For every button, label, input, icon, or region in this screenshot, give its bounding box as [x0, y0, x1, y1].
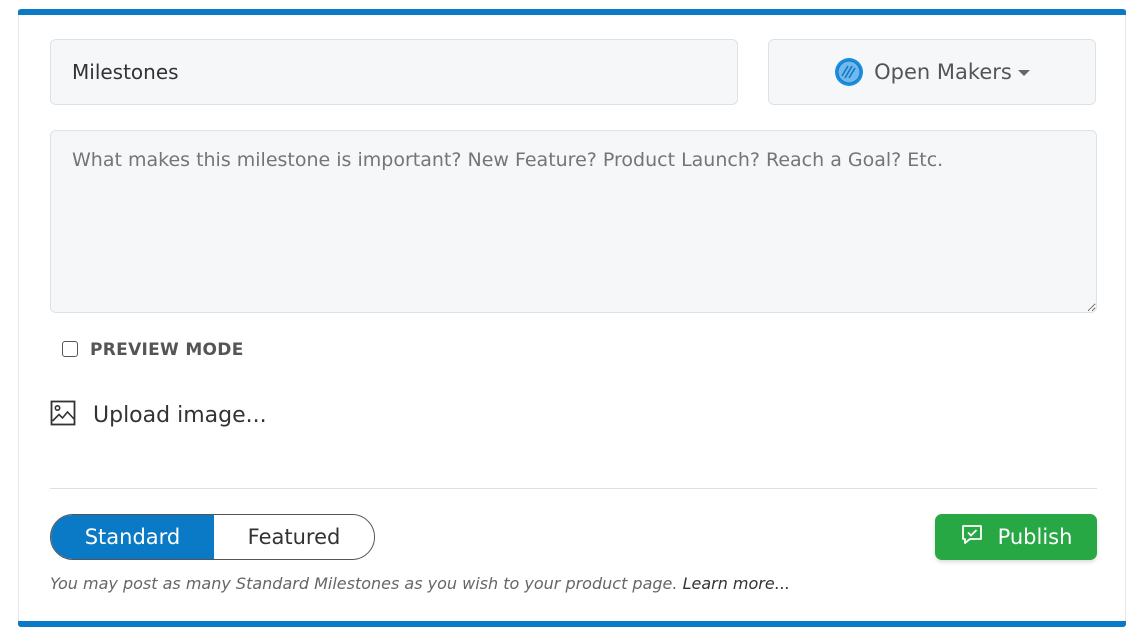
- product-name-label: Open Makers: [874, 60, 1012, 84]
- publish-button[interactable]: Publish: [935, 514, 1097, 560]
- learn-more-link[interactable]: Learn more...: [683, 574, 790, 593]
- caret-down-icon: [1017, 70, 1030, 76]
- milestone-type-toggle: Standard Featured: [50, 514, 375, 560]
- standard-option[interactable]: Standard: [51, 515, 214, 559]
- product-select-dropdown[interactable]: Open Makers: [768, 39, 1096, 105]
- preview-mode-toggle[interactable]: PREVIEW MODE: [62, 338, 244, 360]
- milestone-title-input[interactable]: [50, 39, 738, 105]
- preview-mode-checkbox[interactable]: [62, 341, 78, 357]
- card-top-accent-bar: [18, 9, 1126, 15]
- note-text: You may post as many Standard Milestones…: [50, 574, 678, 593]
- milestone-description-textarea[interactable]: [50, 130, 1097, 313]
- open-makers-logo-icon: [834, 57, 864, 87]
- preview-mode-label: PREVIEW MODE: [90, 340, 244, 360]
- upload-image-button[interactable]: Upload image...: [50, 400, 267, 430]
- publish-label: Publish: [997, 525, 1073, 549]
- comment-check-icon: [960, 523, 984, 552]
- image-icon: [50, 400, 76, 430]
- card-bottom-accent-bar: [18, 621, 1126, 627]
- section-divider: [50, 488, 1097, 489]
- upload-image-label: Upload image...: [93, 402, 267, 428]
- featured-option[interactable]: Featured: [214, 515, 374, 559]
- milestone-info-note: You may post as many Standard Milestones…: [50, 574, 790, 593]
